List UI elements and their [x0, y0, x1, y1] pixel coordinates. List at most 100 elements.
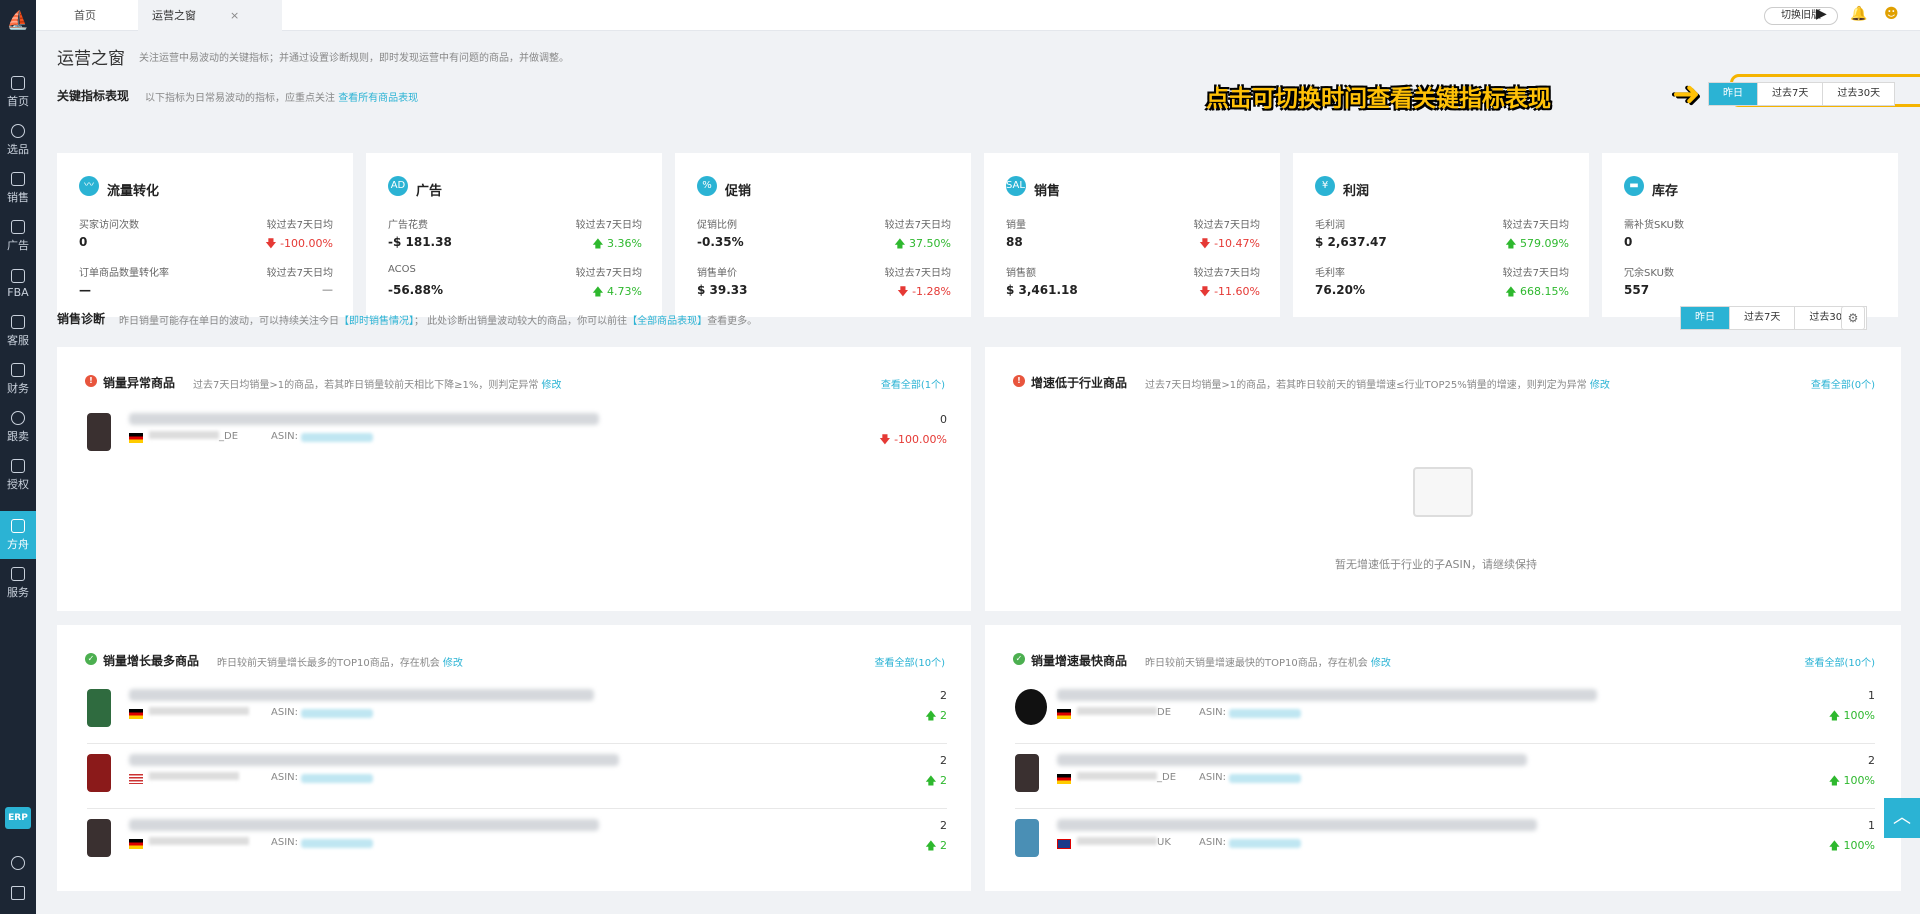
- kpi-card-traffic: 〰 流量转化 买家访问次数 0 较过去7天日均 🡇 -100.00% 订单商品数量转化率 —…: [57, 153, 353, 317]
- range-yesterday[interactable]: 昨日: [1681, 307, 1729, 329]
- edit-link[interactable]: 修改: [1590, 380, 1610, 391]
- metric-label: 需补货SKU数: [1624, 220, 1684, 231]
- compare-label: 较过去7天日均: [1193, 268, 1260, 279]
- edit-link[interactable]: 修改: [1371, 658, 1391, 669]
- metric-value: 0: [1624, 235, 1633, 249]
- app-logo[interactable]: ⛵: [0, 0, 36, 40]
- sales-qty: 2: [940, 754, 947, 767]
- compare-label: 较过去7天日均: [575, 220, 642, 231]
- view-all-products-link[interactable]: 查看所有商品表现: [338, 93, 418, 104]
- kpi-section-title: 关键指标表现: [57, 89, 130, 103]
- all-products-link[interactable]: 【全部商品表现】: [627, 316, 707, 327]
- abnormal-sales-panel: ! 销量异常商品 过去7天日均销量>1的商品，若其昨日销量较前天相比下降≥1%，…: [57, 347, 971, 611]
- sidebar-item-home[interactable]: 首页: [0, 68, 36, 116]
- tab-operation-window[interactable]: 运营之窗 ×: [138, 0, 282, 31]
- sku-blur: [1077, 772, 1157, 780]
- asin-value[interactable]: [301, 774, 373, 783]
- kpi-sub-text: 以下指标为日常易波动的指标，应重点关注: [145, 93, 335, 104]
- view-all-link[interactable]: 查看全部(10个): [874, 654, 945, 669]
- range-7days[interactable]: 过去7天: [1729, 307, 1794, 329]
- range-7days[interactable]: 过去7天: [1757, 83, 1822, 105]
- view-all-link[interactable]: 查看全部(10个): [1804, 654, 1875, 669]
- settings-icon[interactable]: [11, 856, 25, 870]
- asin-value[interactable]: [301, 433, 373, 442]
- view-all-link[interactable]: 查看全部(1个): [881, 376, 945, 391]
- sidebar-item-service[interactable]: 客服: [0, 307, 36, 355]
- play-icon[interactable]: ▶: [1816, 6, 1827, 22]
- change-value: 2: [940, 839, 947, 852]
- view-all-link[interactable]: 查看全部(0个): [1811, 376, 1875, 391]
- sidebar-item-ads[interactable]: 广告: [0, 212, 36, 260]
- list-item[interactable]: ASIN: 2 🡅 2: [87, 815, 947, 879]
- kpi-card-profit: ¥ 利润 毛利润 $ 2,637.47 较过去7天日均 🡅 579.09% 毛利率 76.2…: [1293, 153, 1589, 317]
- sidebar-item-selection[interactable]: 选品: [0, 116, 36, 164]
- edit-link[interactable]: 修改: [443, 658, 463, 669]
- asin-value[interactable]: [1229, 774, 1301, 783]
- list-item[interactable]: DE ASIN: 1 🡅 100%: [1015, 685, 1875, 749]
- realtime-sales-link[interactable]: 【即时销售情况】: [339, 316, 414, 327]
- asin-value[interactable]: [301, 839, 373, 848]
- sidebar-item-sales[interactable]: 销售: [0, 164, 36, 212]
- fastest-growth-panel: ✓ 销量增速最快商品 昨日较前天销量增速最快的TOP10商品，存在机会 修改 查…: [985, 625, 1901, 891]
- change-value: -11.60%: [1214, 285, 1260, 298]
- tab-home[interactable]: 首页: [60, 0, 110, 31]
- back-to-top-button[interactable]: ︿: [1884, 798, 1920, 838]
- change-value: 4.73%: [607, 285, 642, 298]
- kpi-card-promo: % 促销 促销比例 -0.35% 较过去7天日均 🡅 37.50% 销售单价 $ 39.33…: [675, 153, 971, 317]
- panel-sub-text: 过去7天日均销量>1的商品，若其昨日销量较前天相比下降≥1%，则判定异常: [193, 380, 539, 391]
- erp-button[interactable]: ERP: [5, 807, 31, 829]
- top-bar: 首页 运营之窗 × 切换旧版 ▶ 🔔 ☻: [36, 0, 1920, 31]
- sidebar-item-follow[interactable]: 跟卖: [0, 403, 36, 451]
- sidebar: ⛵ 首页 选品 销售 广告 FBA 客服 财务 跟卖 授权 方舟 服务 ERP: [0, 0, 36, 914]
- list-item[interactable]: _DE ASIN: 0 🡇 -100.00%: [87, 409, 947, 473]
- flag-us-icon: [129, 774, 143, 784]
- list-item[interactable]: ASIN: 2 🡅 2: [87, 750, 947, 814]
- sidebar-item-ark[interactable]: 方舟: [0, 511, 36, 559]
- metric-change: 🡇 -10.47%: [1199, 237, 1260, 250]
- gift-icon[interactable]: [11, 886, 25, 900]
- panel-title: 销量增长最多商品: [103, 654, 200, 668]
- product-title: [1057, 819, 1537, 831]
- row-divider: [1015, 743, 1875, 744]
- sidebar-item-label: 首页: [7, 94, 29, 108]
- edit-link[interactable]: 修改: [542, 380, 562, 391]
- list-item[interactable]: UK ASIN: 1 🡅 100%: [1015, 815, 1875, 879]
- asin-label: ASIN:: [271, 707, 298, 718]
- sku-suffix: _DE: [1157, 772, 1177, 783]
- asin-value[interactable]: [1229, 709, 1301, 718]
- close-icon[interactable]: ×: [230, 9, 239, 22]
- sales-change: 🡅 2: [925, 774, 947, 787]
- sidebar-item-fba[interactable]: FBA: [0, 260, 36, 308]
- asin-label: ASIN:: [271, 837, 298, 848]
- sales-change: 🡅 2: [925, 709, 947, 722]
- card-title: 流量转化: [107, 184, 160, 199]
- list-item[interactable]: ASIN: 2 🡅 2: [87, 685, 947, 749]
- range-30days[interactable]: 过去30天: [1822, 83, 1894, 105]
- metric-change: 🡅 4.73%: [592, 285, 642, 298]
- change-value: 668.15%: [1520, 285, 1569, 298]
- product-title: [129, 754, 619, 766]
- chart-icon: [11, 171, 25, 186]
- sales-qty: 1: [1868, 689, 1875, 702]
- list-item[interactable]: _DE ASIN: 2 🡅 100%: [1015, 750, 1875, 814]
- metric-label: 冗余SKU数: [1624, 268, 1674, 279]
- range-yesterday[interactable]: 昨日: [1709, 83, 1757, 105]
- compare-label: 较过去7天日均: [884, 268, 951, 279]
- sidebar-item-services[interactable]: 服务: [0, 559, 36, 607]
- sidebar-item-auth[interactable]: 授权: [0, 451, 36, 499]
- metric-value: $ 39.33: [697, 283, 748, 297]
- sidebar-item-finance[interactable]: 财务: [0, 355, 36, 403]
- change-value: 579.09%: [1520, 237, 1569, 250]
- metric-label: 毛利率: [1315, 268, 1345, 279]
- flag-de-icon: [1057, 709, 1071, 719]
- asin-value[interactable]: [301, 709, 373, 718]
- product-thumbnail: [87, 819, 111, 857]
- check-icon: ✓: [1013, 653, 1025, 665]
- avatar[interactable]: ☻: [1884, 6, 1899, 22]
- flag-uk-icon: [1057, 839, 1071, 849]
- sales-change: 🡅 100%: [1828, 774, 1875, 787]
- gear-icon[interactable]: ⚙: [1841, 306, 1865, 330]
- change-value: 37.50%: [909, 237, 951, 250]
- asin-value[interactable]: [1229, 839, 1301, 848]
- bell-icon[interactable]: 🔔: [1850, 6, 1867, 22]
